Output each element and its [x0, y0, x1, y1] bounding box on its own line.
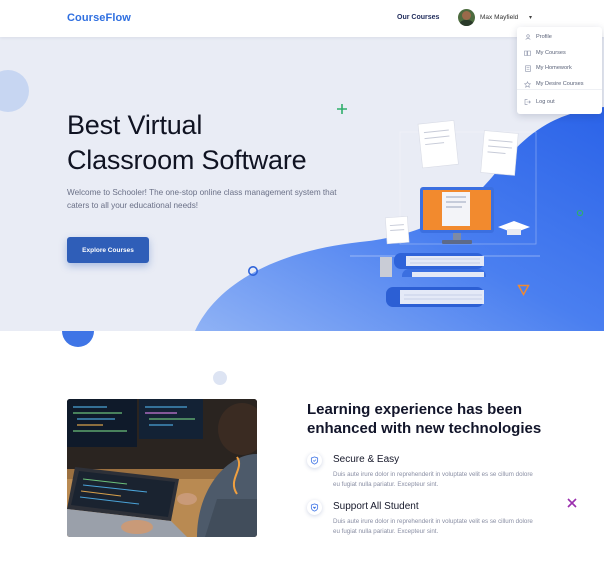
- courseflow-logo[interactable]: CourseFlow: [67, 12, 131, 24]
- top-navbar: CourseFlow Our Courses Max Mayfield ▾: [0, 0, 604, 37]
- feature-description: Duis aute irure dolor in reprehenderit i…: [333, 518, 533, 535]
- hero-section: Best Virtual Classroom Software Welcome …: [0, 37, 604, 331]
- decorative-ring-green: [576, 209, 584, 217]
- explore-courses-button[interactable]: Explore Courses: [67, 237, 149, 263]
- menu-item-log-out[interactable]: Log out: [524, 98, 555, 106]
- developer-at-laptop-image: [67, 399, 257, 537]
- hero-title-line-1: Best Virtual: [67, 110, 203, 140]
- chevron-down-icon[interactable]: ▾: [529, 14, 532, 21]
- menu-item-label: Log out: [536, 99, 555, 105]
- feature-photo: [67, 399, 257, 537]
- star-icon: [524, 80, 531, 88]
- user-icon: [524, 34, 531, 41]
- feature-title: Secure & Easy: [333, 454, 400, 465]
- decorative-ring-blue: [248, 266, 258, 276]
- decorative-plus-purple: [567, 498, 577, 508]
- hero-title-line-2: Classroom Software: [67, 145, 307, 175]
- decorative-half-circle-blue: [62, 331, 94, 347]
- avatar[interactable]: [458, 9, 475, 26]
- homework-icon: [524, 65, 531, 72]
- decorative-plus-green: [337, 104, 347, 114]
- book-stack-bottom: [386, 287, 484, 307]
- feature-title: Support All Student: [333, 501, 419, 512]
- decorative-triangle-orange: [517, 284, 530, 296]
- page: Best Virtual Classroom Software Welcome …: [0, 0, 604, 577]
- menu-item-my-homework[interactable]: My Homework: [524, 64, 572, 72]
- menu-item-label: Profile: [536, 34, 552, 40]
- hero-title: Best Virtual Classroom Software: [67, 108, 307, 178]
- menu-item-my-desire-courses[interactable]: My Desire Courses: [524, 80, 584, 88]
- menu-item-my-courses[interactable]: My Courses: [524, 49, 566, 57]
- menu-item-label: My Desire Courses: [536, 81, 584, 87]
- menu-divider: [517, 89, 602, 90]
- menu-item-label: My Homework: [536, 65, 572, 71]
- user-dropdown-menu: Profile My Courses My Homework My Desire…: [517, 27, 602, 114]
- hero-subtitle: Welcome to Schooler! The one-stop online…: [67, 188, 337, 210]
- classroom-illustration: [380, 120, 530, 277]
- nav-our-courses-link[interactable]: Our Courses: [397, 14, 439, 21]
- shield-icon: [307, 453, 322, 468]
- decorative-circle-left: [0, 70, 29, 112]
- logout-icon: [524, 99, 531, 106]
- decorative-dot-light: [213, 371, 227, 385]
- book-icon: [524, 50, 531, 57]
- menu-item-label: My Courses: [536, 50, 566, 56]
- menu-item-profile[interactable]: Profile: [524, 33, 552, 41]
- heart-shield-icon: [307, 500, 322, 515]
- user-name[interactable]: Max Mayfield: [480, 14, 518, 21]
- features-title: Learning experience has been enhanced wi…: [307, 401, 542, 437]
- feature-description: Duis aute irure dolor in reprehenderit i…: [333, 471, 533, 488]
